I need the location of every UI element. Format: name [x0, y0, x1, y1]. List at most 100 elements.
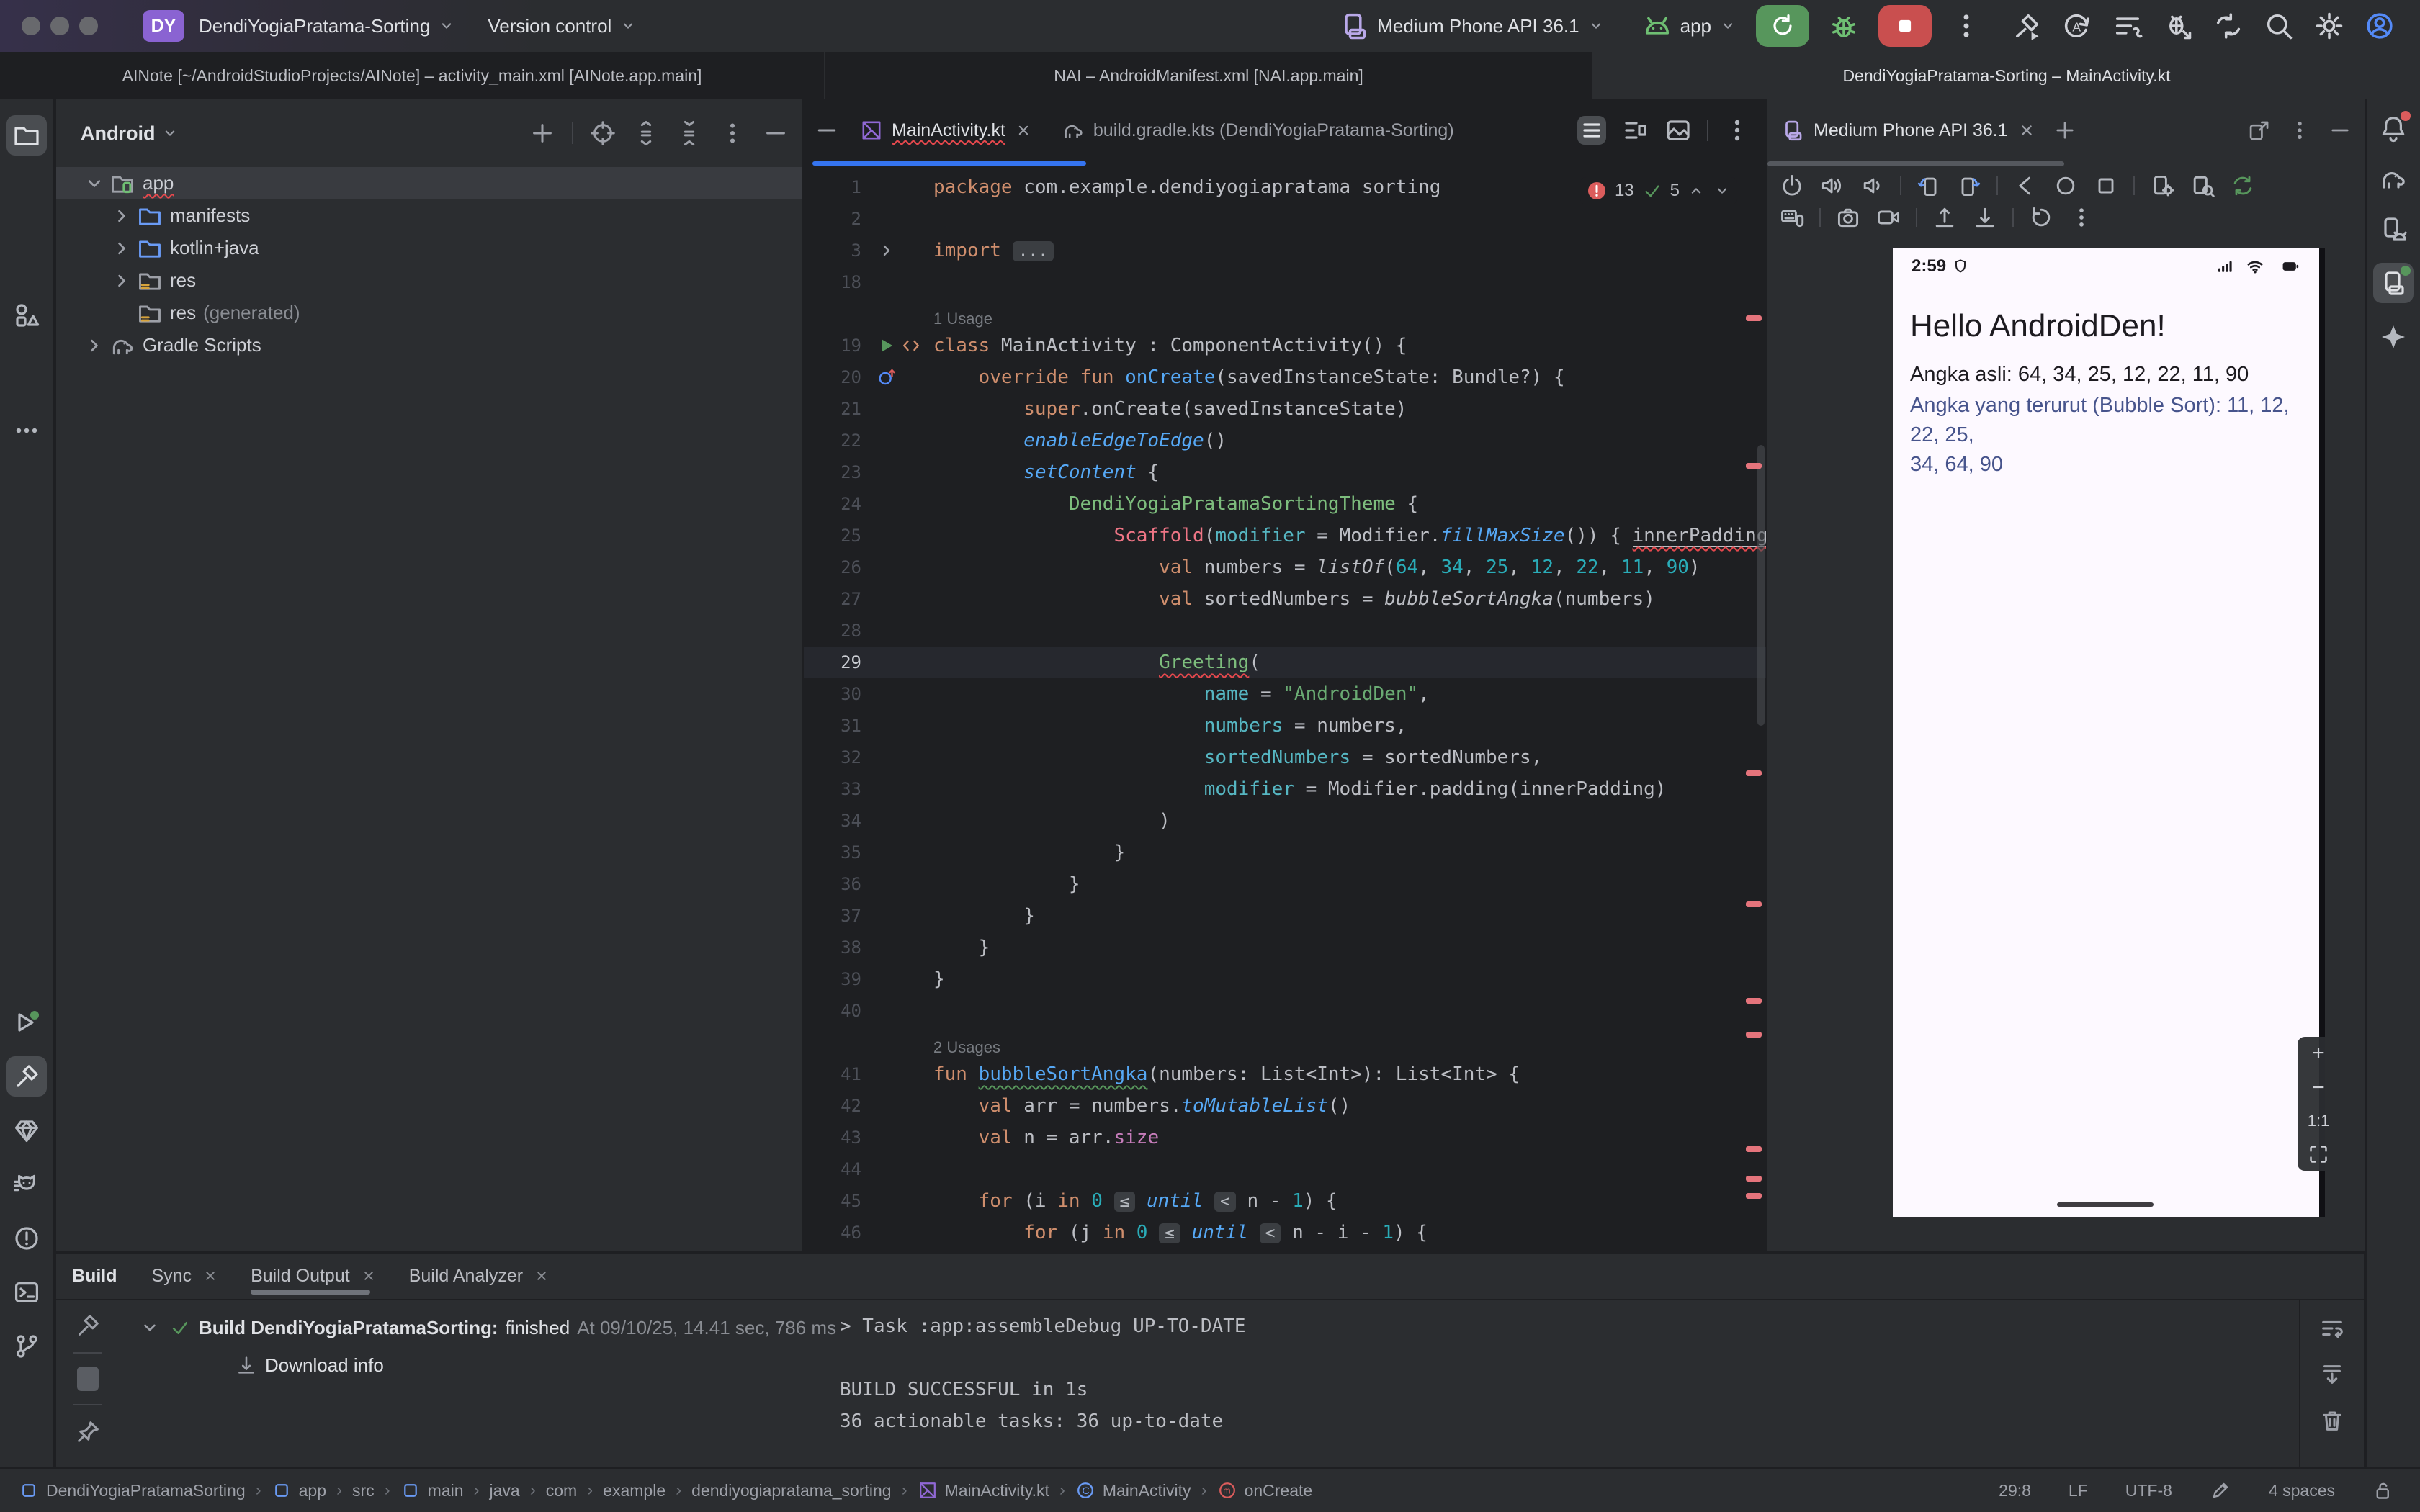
- indent-setting[interactable]: 4 spaces: [2269, 1481, 2335, 1500]
- tree-item-res[interactable]: res: [56, 264, 802, 297]
- code-line-42[interactable]: 42 val arr = numbers.toMutableList(): [804, 1090, 1766, 1122]
- tree-chevron-icon[interactable]: [109, 269, 134, 293]
- list-view-icon[interactable]: [1577, 116, 1606, 145]
- breadcrumb-mainactivity[interactable]: CMainActivity: [1075, 1480, 1191, 1500]
- breadcrumb-dendiyogiapratama_sorting[interactable]: dendiyogiapratama_sorting: [691, 1481, 891, 1500]
- tree-chevron-icon[interactable]: [109, 236, 134, 261]
- tab-build-output[interactable]: Build Output: [251, 1254, 377, 1297]
- account-button[interactable]: [2364, 10, 2396, 42]
- gemini-assistant-tool-button[interactable]: [2373, 317, 2414, 357]
- code-line-2[interactable]: 2: [804, 203, 1766, 235]
- code-line-46[interactable]: 46 for (j in 0 ≤ until < n - i - 1) {: [804, 1217, 1766, 1248]
- play-gutter-icon[interactable]: [876, 335, 897, 356]
- logcat-tool-button[interactable]: [6, 1164, 47, 1205]
- code-line-18[interactable]: 18: [804, 266, 1766, 298]
- editor-scrollbar[interactable]: [1757, 445, 1765, 726]
- recents-device-button[interactable]: [2093, 173, 2119, 199]
- error-stripe-mark[interactable]: [1746, 1193, 1762, 1199]
- close-icon[interactable]: [533, 1267, 550, 1284]
- error-stripe-mark[interactable]: [1746, 998, 1762, 1004]
- collapse-all-icon[interactable]: [676, 120, 703, 147]
- zoom-out-button[interactable]: −: [2312, 1077, 2325, 1099]
- error-stripe-mark[interactable]: [1746, 770, 1762, 776]
- breadcrumb-src[interactable]: src: [352, 1481, 375, 1500]
- window-tab-nai[interactable]: NAI – AndroidManifest.xml [NAI.app.main]: [825, 52, 1593, 99]
- close-icon[interactable]: [202, 1267, 219, 1284]
- syncgreen-device-button[interactable]: [2230, 173, 2256, 199]
- snapsearch-device-button[interactable]: [2190, 173, 2215, 199]
- file-encoding[interactable]: UTF-8: [2125, 1481, 2172, 1500]
- problems-tool-button[interactable]: [6, 1218, 47, 1259]
- rotl-device-button[interactable]: [1916, 173, 1942, 199]
- code-vision-usages[interactable]: 1 Usage: [933, 310, 992, 330]
- pin-icon[interactable]: [74, 1418, 102, 1446]
- code-line-31[interactable]: 31 numbers = numbers,: [804, 710, 1766, 742]
- inspections-widget[interactable]: 13 5: [1580, 177, 1737, 204]
- code-line-23[interactable]: 23 setContent {: [804, 456, 1766, 488]
- soft-wrap-icon[interactable]: [2318, 1315, 2346, 1342]
- phonegear-device-button[interactable]: [2149, 173, 2175, 199]
- error-stripe-mark[interactable]: [1746, 315, 1762, 321]
- prev-error-icon[interactable]: [1687, 181, 1706, 200]
- profiler-button[interactable]: A: [2061, 10, 2093, 42]
- code-line-37[interactable]: 37 }: [804, 900, 1766, 932]
- device-manager-tool-button[interactable]: [2373, 209, 2414, 249]
- reset-device-button[interactable]: [2028, 204, 2054, 230]
- error-stripe-mark[interactable]: [1746, 1032, 1762, 1038]
- tree-item-app[interactable]: app: [56, 167, 802, 199]
- code-line-30[interactable]: 30 name = "AndroidDen",: [804, 678, 1766, 710]
- project-view-selector[interactable]: Android: [81, 122, 179, 145]
- breadcrumb-app[interactable]: app: [272, 1480, 326, 1500]
- zoom-fit-button[interactable]: [2308, 1143, 2329, 1165]
- expand-all-icon[interactable]: [632, 120, 660, 147]
- build-panel-title[interactable]: Build: [72, 1266, 117, 1287]
- add-device-icon[interactable]: [2053, 118, 2077, 143]
- emulator-screen[interactable]: 2:59 Hello AndroidDen! Angka asli: 64, 3…: [1893, 248, 2325, 1217]
- error-stripe-mark[interactable]: [1746, 1146, 1762, 1152]
- back-device-button[interactable]: [2012, 173, 2038, 199]
- horizontal-scrollbar[interactable]: [1767, 161, 2064, 166]
- code-line-29[interactable]: 29 Greeting(: [804, 647, 1766, 678]
- upload-device-button[interactable]: [1932, 204, 1958, 230]
- breadcrumb-main[interactable]: main: [400, 1480, 464, 1500]
- build-tool-button[interactable]: [6, 1056, 47, 1097]
- download-device-button[interactable]: [1972, 204, 1998, 230]
- editor-tab-gradle[interactable]: build.gradle.kts (DendiYogiaPratama-Sort…: [1047, 99, 1469, 161]
- breadcrumb-dendiyogiapratamasorting[interactable]: DendiYogiaPratamaSorting: [19, 1480, 246, 1500]
- home-device-button[interactable]: [2053, 173, 2079, 199]
- project-selector[interactable]: DendiYogiaPratama-Sorting: [199, 15, 456, 37]
- code-line-43[interactable]: 43 val n = arr.size: [804, 1122, 1766, 1153]
- rerun-button[interactable]: [1756, 5, 1809, 47]
- close-icon[interactable]: [1014, 121, 1033, 140]
- kebab-device-button[interactable]: [2069, 204, 2094, 230]
- download-info-row[interactable]: Download info: [120, 1346, 840, 1384]
- window-tab-ainote[interactable]: AINote [~/AndroidStudioProjects/AINote] …: [0, 52, 825, 99]
- run-configuration[interactable]: app: [1641, 10, 1737, 42]
- logcat-button[interactable]: [2112, 10, 2143, 42]
- code-line-35[interactable]: 35 }: [804, 837, 1766, 868]
- close-icon[interactable]: [360, 1267, 377, 1284]
- gemini-tool-button[interactable]: [6, 1110, 47, 1151]
- code-area[interactable]: 1package com.example.dendiyogiapratama_s…: [804, 171, 1766, 1248]
- editor-tab-mainactivity[interactable]: MainActivity.kt: [846, 99, 1047, 161]
- code-line-32[interactable]: 32 sortedNumbers = sortedNumbers,: [804, 742, 1766, 773]
- more-actions-button[interactable]: [1950, 10, 1982, 42]
- caret-position[interactable]: 29:8: [1999, 1481, 2031, 1500]
- hide-panel-icon[interactable]: [2328, 118, 2352, 143]
- close-icon[interactable]: [2017, 120, 2037, 140]
- zoom-in-button[interactable]: +: [2312, 1043, 2325, 1064]
- open-in-window-icon[interactable]: [2247, 118, 2272, 143]
- run-tool-button[interactable]: [6, 1002, 47, 1043]
- tree-item-gradle-scripts[interactable]: Gradle Scripts: [56, 329, 802, 361]
- code-line-40[interactable]: 40: [804, 995, 1766, 1027]
- editor-options-icon[interactable]: [1723, 116, 1752, 145]
- code-line-45[interactable]: 45 for (i in 0 ≤ until < n - 1) {: [804, 1185, 1766, 1217]
- error-stripe-mark[interactable]: [1746, 1176, 1762, 1182]
- codetag-gutter-icon[interactable]: [900, 335, 922, 356]
- override-gutter-icon[interactable]: [876, 366, 897, 388]
- breadcrumb[interactable]: DendiYogiaPratamaSorting›app›src›main›ja…: [0, 1480, 1312, 1500]
- lock-icon[interactable]: [2372, 1480, 2394, 1501]
- hide-tabs-icon[interactable]: [814, 117, 840, 143]
- code-line-41[interactable]: 41fun bubbleSortAngka(numbers: List<Int>…: [804, 1058, 1766, 1090]
- tree-item-kotlin-java[interactable]: kotlin+java: [56, 232, 802, 264]
